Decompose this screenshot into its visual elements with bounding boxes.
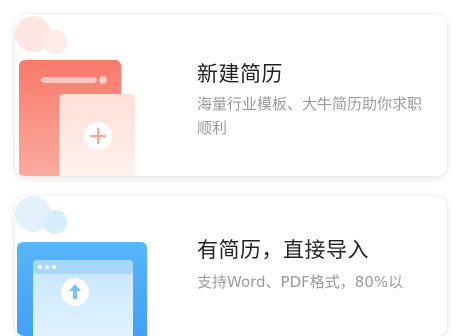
import-resume-illustration: [15, 196, 147, 336]
new-resume-illustration: [15, 16, 135, 176]
import-resume-description: 支持Word、PDF格式，80%以: [197, 273, 404, 291]
new-resume-card[interactable]: 新建简历 海量行业模板、大牛简历助你求职顺利: [15, 14, 447, 176]
upload-cloud-icon: [61, 278, 89, 306]
import-resume-title: 有简历，直接导入: [197, 238, 369, 262]
new-resume-title: 新建简历: [197, 62, 283, 86]
new-resume-description: 海量行业模板、大牛简历助你求职顺利: [197, 95, 423, 137]
plus-icon: [84, 122, 112, 150]
import-resume-card[interactable]: 有简历，直接导入 支持Word、PDF格式，80%以: [15, 196, 447, 336]
